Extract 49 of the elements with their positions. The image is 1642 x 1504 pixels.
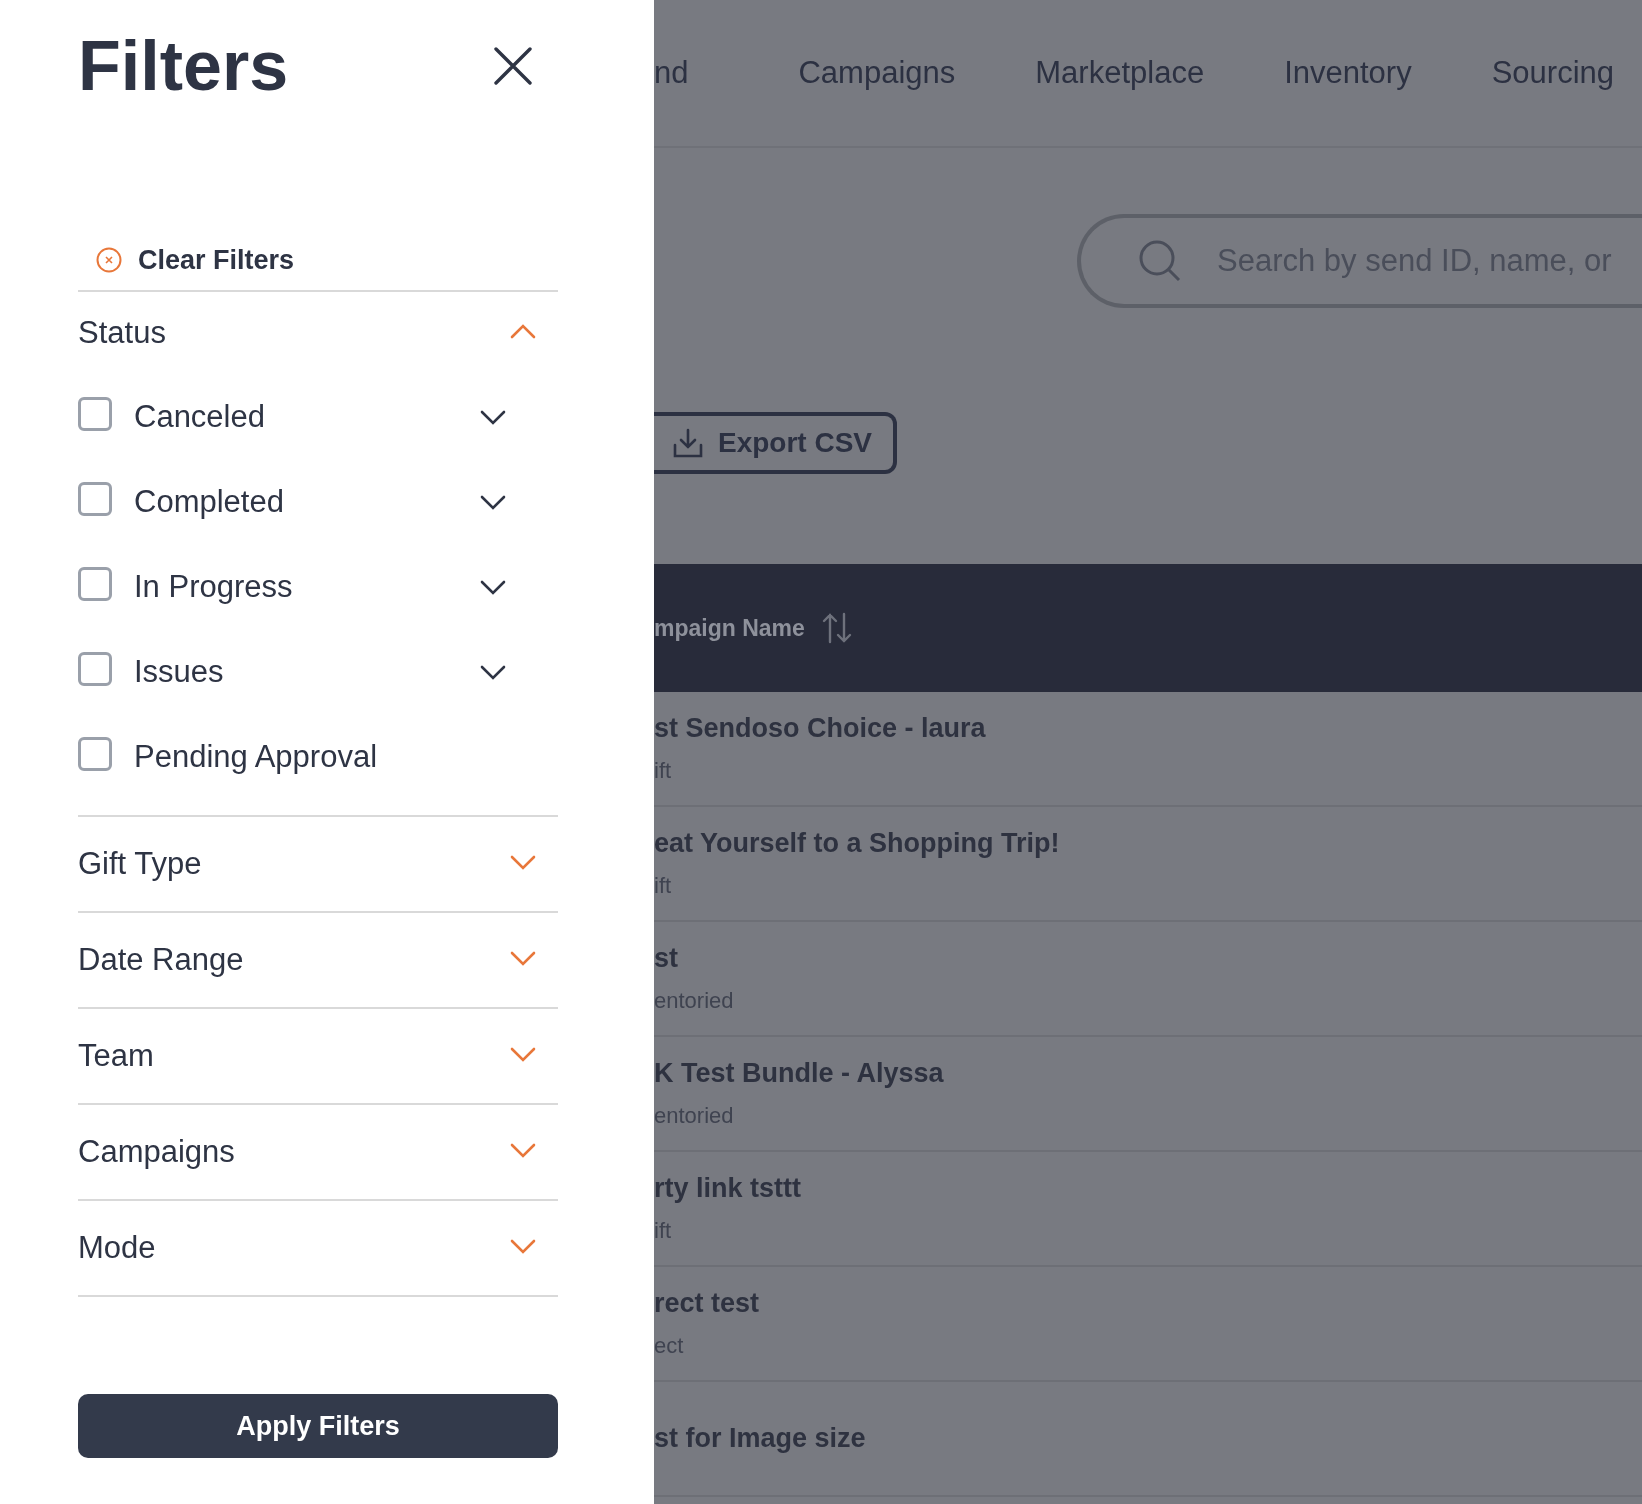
option-label[interactable]: In Progress xyxy=(134,568,480,605)
expand-chevron-icon[interactable] xyxy=(510,1046,536,1062)
option-label[interactable]: Canceled xyxy=(134,398,480,435)
clear-filters-button[interactable]: Clear Filters xyxy=(96,230,295,290)
panel-title: Filters xyxy=(78,26,289,106)
search-icon xyxy=(1139,240,1181,282)
option-label[interactable]: Pending Approval xyxy=(134,738,558,775)
section-header[interactable]: Gift Type xyxy=(78,846,202,882)
checkbox[interactable] xyxy=(78,566,112,601)
campaign-name: st xyxy=(654,943,679,974)
campaign-name: eat Yourself to a Shopping Trip! xyxy=(654,828,1061,859)
expand-chevron-icon[interactable] xyxy=(510,1238,536,1254)
collapse-chevron-icon[interactable] xyxy=(510,323,536,339)
campaign-type: ift xyxy=(654,1218,673,1244)
campaign-type: entoried xyxy=(654,988,735,1014)
campaign-name: st Sendoso Choice - laura xyxy=(654,713,987,744)
chevron-down-icon[interactable] xyxy=(480,663,506,680)
campaign-name: K Test Bundle - Alyssa xyxy=(654,1058,945,1089)
sort-icon[interactable] xyxy=(820,612,853,644)
section-header[interactable]: Campaigns xyxy=(78,1134,235,1170)
chevron-down-icon[interactable] xyxy=(480,493,506,510)
column-header[interactable]: mpaign Name xyxy=(654,614,805,642)
download-icon xyxy=(672,427,704,459)
option-label[interactable]: Issues xyxy=(134,653,480,690)
checkbox[interactable] xyxy=(78,396,112,431)
close-icon xyxy=(494,47,532,85)
expand-chevron-icon[interactable] xyxy=(510,1142,536,1158)
campaign-type: ift xyxy=(654,758,673,784)
campaign-type: entoried xyxy=(654,1103,735,1129)
expand-chevron-icon[interactable] xyxy=(510,854,536,870)
campaign-name: rty link tsttt xyxy=(654,1173,802,1204)
clear-icon xyxy=(96,247,122,273)
option-label[interactable]: Completed xyxy=(134,483,480,520)
chevron-down-icon[interactable] xyxy=(480,578,506,595)
campaign-name: rect test xyxy=(654,1288,761,1319)
section-header[interactable]: Team xyxy=(78,1038,154,1074)
expand-chevron-icon[interactable] xyxy=(510,950,536,966)
checkbox[interactable] xyxy=(78,651,112,686)
checkbox[interactable] xyxy=(78,736,112,771)
apply-filters-button[interactable]: Apply Filters xyxy=(78,1394,558,1458)
section-header[interactable]: Mode xyxy=(78,1230,156,1266)
close-button[interactable] xyxy=(494,47,532,85)
section-header[interactable]: Status xyxy=(78,315,166,351)
section-header[interactable]: Date Range xyxy=(78,942,244,978)
campaign-name: st for Image size xyxy=(654,1423,867,1454)
chevron-down-icon[interactable] xyxy=(480,408,506,425)
campaign-type: ect xyxy=(654,1333,685,1359)
campaign-type: ift xyxy=(654,873,673,899)
checkbox[interactable] xyxy=(78,481,112,516)
